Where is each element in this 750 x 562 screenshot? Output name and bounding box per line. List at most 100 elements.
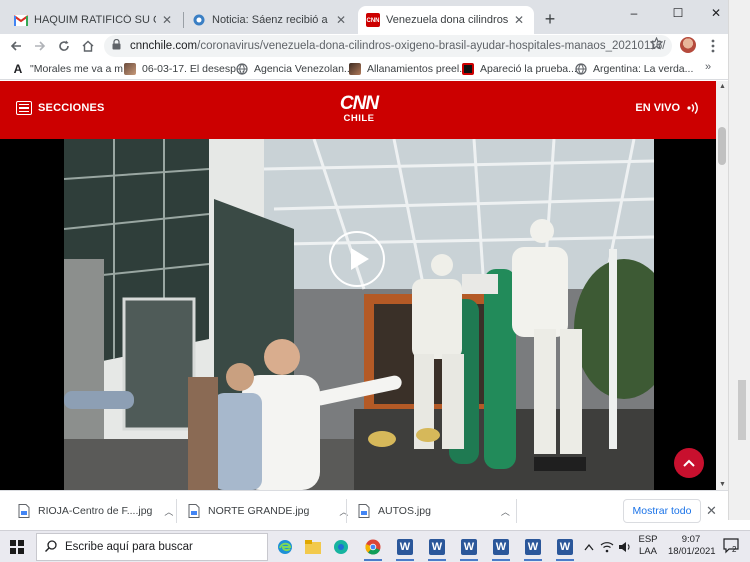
minimize-button[interactable]: – <box>612 0 656 26</box>
close-icon[interactable]: ✕ <box>706 503 717 519</box>
bookmark-item[interactable]: A "Morales me va a m... <box>12 61 132 77</box>
broadcast-icon <box>687 102 698 114</box>
bookmark-item[interactable]: Apareció la prueba... <box>462 61 577 77</box>
edge-icon[interactable] <box>330 536 352 558</box>
active-app-indicator <box>364 559 382 561</box>
chevron-up-icon[interactable]: ︿ <box>164 505 173 518</box>
show-all-downloads-button[interactable]: Mostrar todo <box>623 499 701 523</box>
svg-text:CNN: CNN <box>367 18 380 24</box>
back-button[interactable] <box>6 36 26 56</box>
tab-noticia[interactable]: Noticia: Sáenz recibió a Kevin Be ✕ <box>184 6 356 34</box>
home-button[interactable] <box>78 36 98 56</box>
tab-title: HAQUIM RATIFICÓ SU COMPROMISO <box>34 14 156 26</box>
scroll-thumb[interactable] <box>718 127 726 165</box>
download-divider <box>516 499 517 523</box>
home-icon <box>82 40 94 52</box>
tray-chevron-icon[interactable] <box>584 533 594 561</box>
download-bar: RIOJA-Centro de F....jpg ︿ NORTE GRANDE.… <box>0 490 728 530</box>
keyboard-layout: LAA <box>639 546 657 557</box>
close-icon[interactable]: ✕ <box>334 13 348 27</box>
play-icon <box>350 248 369 270</box>
word-icon[interactable]: W <box>426 536 448 561</box>
download-item[interactable]: AUTOS.jpg ︿ <box>358 498 510 524</box>
system-clock[interactable]: 9:07 18/01/2021 <box>668 534 716 558</box>
arrow-right-icon <box>35 41 46 51</box>
download-item[interactable]: RIOJA-Centro de F....jpg ︿ <box>18 498 173 524</box>
play-button[interactable] <box>329 231 385 287</box>
hamburger-menu-icon <box>16 101 32 115</box>
background-window-edge <box>728 0 750 520</box>
article-video-photo[interactable] <box>64 139 654 490</box>
tab-venezuela[interactable]: CNN Venezuela dona cilindros de oxíge ✕ <box>358 6 534 34</box>
site-logo[interactable]: CNN CHILE <box>336 94 382 128</box>
bookmark-item[interactable]: 06-03-17. El desesp... <box>124 61 245 77</box>
word-icon[interactable]: W <box>394 536 416 561</box>
reload-button[interactable] <box>54 36 74 56</box>
tab-title: Venezuela dona cilindros de oxíge <box>386 14 508 26</box>
bookmark-label: 06-03-17. El desesp... <box>142 63 245 75</box>
taskbar-search-box[interactable]: Escribe aquí para buscar <box>36 533 268 561</box>
word-icon[interactable]: W <box>554 536 576 561</box>
word-icon[interactable]: W <box>458 536 480 561</box>
scroll-down-arrow-icon[interactable]: ▼ <box>719 481 726 488</box>
bookmark-label: Allanamientos preel... <box>367 63 468 75</box>
page-scrollbar[interactable]: ▲ ▼ <box>716 81 728 490</box>
language-code: ESP <box>638 534 658 545</box>
close-icon[interactable]: ✕ <box>512 13 526 27</box>
file-explorer-icon[interactable] <box>302 536 324 558</box>
active-app-indicator <box>556 559 574 561</box>
url-path: /coronavirus/venezuela-dona-cilindros-ox… <box>197 40 666 52</box>
chrome-icon[interactable] <box>362 536 384 561</box>
windows-start-icon[interactable] <box>10 540 24 554</box>
tab-title: Noticia: Sáenz recibió a Kevin Be <box>212 14 330 26</box>
notification-center-icon[interactable]: 2 <box>722 537 740 555</box>
close-icon[interactable]: ✕ <box>160 13 174 27</box>
active-app-indicator <box>428 559 446 561</box>
bookmark-item[interactable]: Argentina: La verda... <box>575 61 693 77</box>
edge-icon[interactable] <box>274 536 296 558</box>
reload-icon <box>59 40 69 51</box>
site-header: SECCIONES CNN CHILE EN VIVO <box>0 81 716 139</box>
bookmark-star-icon[interactable] <box>649 36 664 53</box>
chevron-up-icon[interactable]: ︿ <box>501 505 510 518</box>
profile-avatar[interactable] <box>680 37 696 53</box>
screen: HAQUIM RATIFICÓ SU COMPROMISO ✕ Noticia:… <box>0 0 750 562</box>
lock-icon <box>112 38 122 53</box>
bookmark-label: Apareció la prueba... <box>480 63 577 75</box>
forward-button[interactable] <box>30 36 50 56</box>
globe-icon <box>575 63 587 75</box>
word-icon[interactable]: W <box>522 536 544 561</box>
tab-gmail[interactable]: HAQUIM RATIFICÓ SU COMPROMISO ✕ <box>6 6 182 34</box>
search-icon <box>45 539 57 555</box>
background-scroll-thumb <box>738 380 746 440</box>
back-to-top-button[interactable] <box>674 448 704 478</box>
download-divider <box>176 499 177 523</box>
chevron-up-icon[interactable]: ︿ <box>339 505 348 518</box>
bookmark-item[interactable]: Allanamientos preel... <box>349 61 468 77</box>
more-menu-icon[interactable] <box>708 36 718 56</box>
arrow-left-icon <box>10 41 21 51</box>
page-viewport: SECCIONES CNN CHILE EN VIVO <box>0 81 716 490</box>
sections-menu-button[interactable]: SECCIONES <box>16 101 105 115</box>
network-icon[interactable] <box>600 533 614 561</box>
scroll-up-arrow-icon[interactable]: ▲ <box>719 83 726 90</box>
live-button[interactable]: EN VIVO <box>635 101 700 115</box>
active-app-indicator <box>460 559 478 561</box>
volume-icon[interactable] <box>618 533 632 561</box>
gmail-icon <box>14 13 28 27</box>
windows-taskbar: Escribe aquí para buscar W W W W W W ESP… <box>0 530 750 562</box>
download-item[interactable]: NORTE GRANDE.jpg ︿ <box>188 498 348 524</box>
address-bar[interactable]: cnnchile.com/coronavirus/venezuela-dona-… <box>104 35 672 57</box>
language-indicator[interactable]: ESP LAA <box>636 534 660 558</box>
bookmark-label: Agencia Venezolan... <box>254 63 353 75</box>
new-tab-button[interactable]: + <box>540 10 560 30</box>
chevron-up-icon <box>683 459 695 467</box>
bookmarks-overflow-button[interactable]: » <box>705 61 711 73</box>
bookmarks-bar: A "Morales me va a m... 06-03-17. El des… <box>0 58 750 80</box>
bookmark-item[interactable]: Agencia Venezolan... <box>236 61 353 77</box>
live-label: EN VIVO <box>635 102 680 114</box>
font-a-icon: A <box>13 62 23 76</box>
word-icon[interactable]: W <box>490 536 512 561</box>
cnn-icon: CNN <box>366 13 380 27</box>
browser-toolbar: cnnchile.com/coronavirus/venezuela-dona-… <box>0 34 750 58</box>
